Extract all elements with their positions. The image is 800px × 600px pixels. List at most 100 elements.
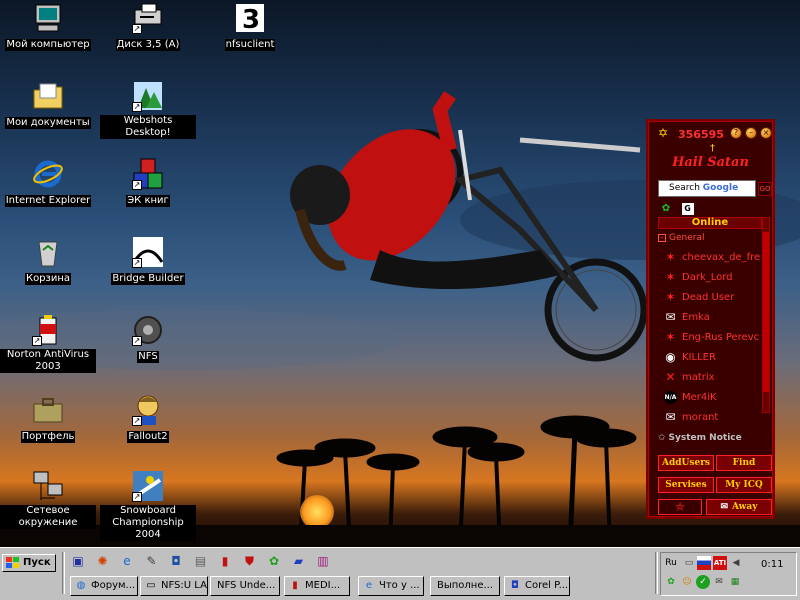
group-general[interactable]: - General bbox=[658, 233, 704, 243]
contact-name: Dead User bbox=[682, 292, 735, 303]
star-icon: ✶ bbox=[665, 290, 676, 304]
envelope-icon[interactable]: ✉ bbox=[712, 575, 726, 589]
task-button[interactable]: ▭ NFS:U LA... bbox=[140, 576, 208, 596]
google-g-icon[interactable]: G bbox=[681, 203, 694, 215]
contact-item[interactable]: ✶ cheevax_de_fre bbox=[662, 249, 762, 269]
minimize-icon[interactable]: – bbox=[745, 127, 757, 139]
online-group-header[interactable]: Online bbox=[658, 217, 762, 229]
collapse-icon[interactable]: - bbox=[658, 234, 666, 242]
icq-contact-list-window[interactable]: ✡ 356595 ? – × † Hail Satan Search Googl… bbox=[646, 119, 775, 519]
corel-icon: ◘ bbox=[511, 580, 519, 591]
desktop-icon-nfs[interactable]: ↗ NFS bbox=[100, 314, 196, 363]
desktop-icon-label: Webshots Desktop! bbox=[100, 115, 196, 139]
window-icon: ▭ bbox=[146, 580, 156, 591]
add-users-button[interactable]: AddUsers bbox=[658, 455, 714, 471]
desktop-icon-floppy[interactable]: ↗ Диск 3,5 (А) bbox=[100, 2, 196, 51]
search-go-button[interactable]: GO bbox=[758, 182, 772, 196]
system-notice-label: System Notice bbox=[668, 433, 742, 443]
desktop-icon-internet-explorer[interactable]: Internet Explorer bbox=[0, 158, 96, 207]
pen-icon[interactable]: ✎ bbox=[144, 553, 160, 569]
desktop-icon-fallout2[interactable]: ↗ Fallout2 bbox=[100, 394, 196, 443]
task-button[interactable]: e Что у ... bbox=[358, 576, 424, 596]
desktop-icon-my-documents[interactable]: Мои документы bbox=[0, 80, 96, 129]
google-search-input[interactable]: Search Google bbox=[658, 180, 756, 197]
taskbar-separator bbox=[62, 552, 65, 594]
task-label: Что у ... bbox=[379, 580, 420, 591]
taskbar: Пуск ▣ ✺ e ✎ ◘ ▤ ▮ ⛊ ✿ ▰ ▥ ◍ Форум... ▭ NF… bbox=[0, 547, 800, 600]
desktop-icon-norton-antivirus[interactable]: ↗ Norton AntiVirus 2003 bbox=[0, 314, 96, 373]
app-icon[interactable]: ▤ bbox=[193, 553, 209, 569]
desktop-icon-snowboard[interactable]: ↗ Snowboard Championship 2004 bbox=[100, 470, 196, 541]
desktop-icon-label: Мой компьютер bbox=[5, 39, 91, 51]
nfs-icon: ↗ bbox=[132, 314, 164, 346]
contact-item[interactable]: ✶ Dark_Lord bbox=[662, 269, 762, 289]
system-notice[interactable]: ✩ System Notice bbox=[658, 433, 742, 443]
icq-flower-icon[interactable]: ✿ bbox=[660, 203, 672, 215]
fire-icon[interactable]: ✺ bbox=[95, 553, 111, 569]
contact-item[interactable]: N/A Mer4iK bbox=[662, 389, 762, 409]
task-button[interactable]: ◘ Corel P... bbox=[504, 576, 570, 596]
user-icon[interactable]: ☺ bbox=[680, 575, 694, 589]
desktop-icon-my-computer[interactable]: Мой компьютер bbox=[0, 2, 96, 51]
task-button[interactable]: NFS Unde... bbox=[210, 576, 280, 596]
contact-list-scrollbar[interactable] bbox=[762, 217, 770, 413]
ati-icon[interactable]: ATI bbox=[713, 556, 727, 570]
group-name: General bbox=[669, 233, 705, 243]
contact-item[interactable]: ✉ Emka bbox=[662, 309, 762, 329]
my-icq-button[interactable]: My ICQ bbox=[716, 477, 772, 493]
pentagram-button[interactable]: ⛤ bbox=[658, 499, 702, 515]
shield-icon[interactable]: ⛊ bbox=[242, 553, 258, 569]
desktop-icon-ek-books[interactable]: ↗ ЭК книг bbox=[100, 158, 196, 207]
away-status-button[interactable]: ✉ Away bbox=[706, 499, 772, 515]
star-icon: ✶ bbox=[665, 330, 676, 344]
floppy-drive-icon: ↗ bbox=[132, 2, 164, 34]
desktop-icon-network[interactable]: Сетевое окружение bbox=[0, 470, 96, 529]
books-icon[interactable]: ▥ bbox=[315, 553, 331, 569]
ie-icon[interactable]: e bbox=[119, 553, 135, 569]
help-icon[interactable]: ? bbox=[730, 127, 742, 139]
desktop-icon-nfsuclient[interactable]: 3 nfsuclient bbox=[202, 2, 298, 51]
monitor-icon[interactable]: ▭ bbox=[682, 556, 696, 570]
russian-flag-icon[interactable] bbox=[697, 556, 711, 570]
task-button[interactable]: ▮ MEDI... bbox=[284, 576, 350, 596]
save-icon[interactable]: ▣ bbox=[70, 553, 86, 569]
desktop-icon-webshots[interactable]: ↗ Webshots Desktop! bbox=[100, 80, 196, 139]
camera-icon[interactable]: ◘ bbox=[168, 553, 184, 569]
contact-item[interactable]: ✶ Dead User bbox=[662, 289, 762, 309]
task-button[interactable]: ◍ Форум... bbox=[70, 576, 138, 596]
start-button[interactable]: Пуск bbox=[2, 554, 56, 572]
contact-item[interactable]: ✶ Eng-Rus Perevc bbox=[662, 329, 762, 349]
contact-name: cheevax_de_fre bbox=[682, 252, 761, 263]
desktop-icon-label: nfsuclient bbox=[224, 39, 276, 51]
contact-list: ✶ cheevax_de_fre ✶ Dark_Lord ✶ Dead User ✉ E… bbox=[662, 249, 762, 429]
contact-name: matrix bbox=[682, 372, 715, 383]
icq-flower-icon[interactable]: ✿ bbox=[664, 575, 678, 589]
services-button[interactable]: Servises bbox=[658, 477, 714, 493]
speaker-icon[interactable]: ◀ bbox=[729, 556, 743, 570]
desktop-icon-label: Диск 3,5 (А) bbox=[115, 39, 181, 51]
find-button[interactable]: Find bbox=[716, 455, 772, 471]
desktop-icon-briefcase[interactable]: Портфель bbox=[0, 394, 96, 443]
desktop-icon-label: Корзина bbox=[24, 273, 72, 285]
book-icon[interactable]: ▰ bbox=[291, 553, 307, 569]
task-button[interactable]: Выполне... bbox=[430, 576, 500, 596]
check-icon[interactable]: ✓ bbox=[696, 575, 710, 589]
fallout2-icon: ↗ bbox=[132, 394, 164, 426]
network-icon[interactable]: ▦ bbox=[728, 575, 742, 589]
language-indicator[interactable]: Ru bbox=[664, 556, 678, 570]
contact-item[interactable]: ✉ morant bbox=[662, 409, 762, 429]
shortcut-arrow-icon: ↗ bbox=[132, 336, 142, 346]
contact-item[interactable]: ◉ KILLER bbox=[662, 349, 762, 369]
icq-flower-icon[interactable]: ✿ bbox=[266, 553, 282, 569]
close-icon[interactable]: × bbox=[760, 127, 772, 139]
desktop-icon-bridge-builder[interactable]: ↗ Bridge Builder bbox=[100, 236, 196, 285]
clock[interactable]: 0:11 bbox=[761, 559, 783, 570]
desktop-icon-recycle-bin[interactable]: Корзина bbox=[0, 236, 96, 285]
contact-item[interactable]: ✕ matrix bbox=[662, 369, 762, 389]
desktop-icon-label: Fallout2 bbox=[127, 431, 169, 443]
star-icon: ✶ bbox=[665, 250, 676, 264]
icq-header[interactable]: ✡ 356595 ? – × bbox=[652, 125, 772, 143]
scrollbar-thumb[interactable] bbox=[763, 232, 769, 392]
norton-icon[interactable]: ▮ bbox=[217, 553, 233, 569]
contact-name: Mer4iK bbox=[682, 392, 717, 403]
